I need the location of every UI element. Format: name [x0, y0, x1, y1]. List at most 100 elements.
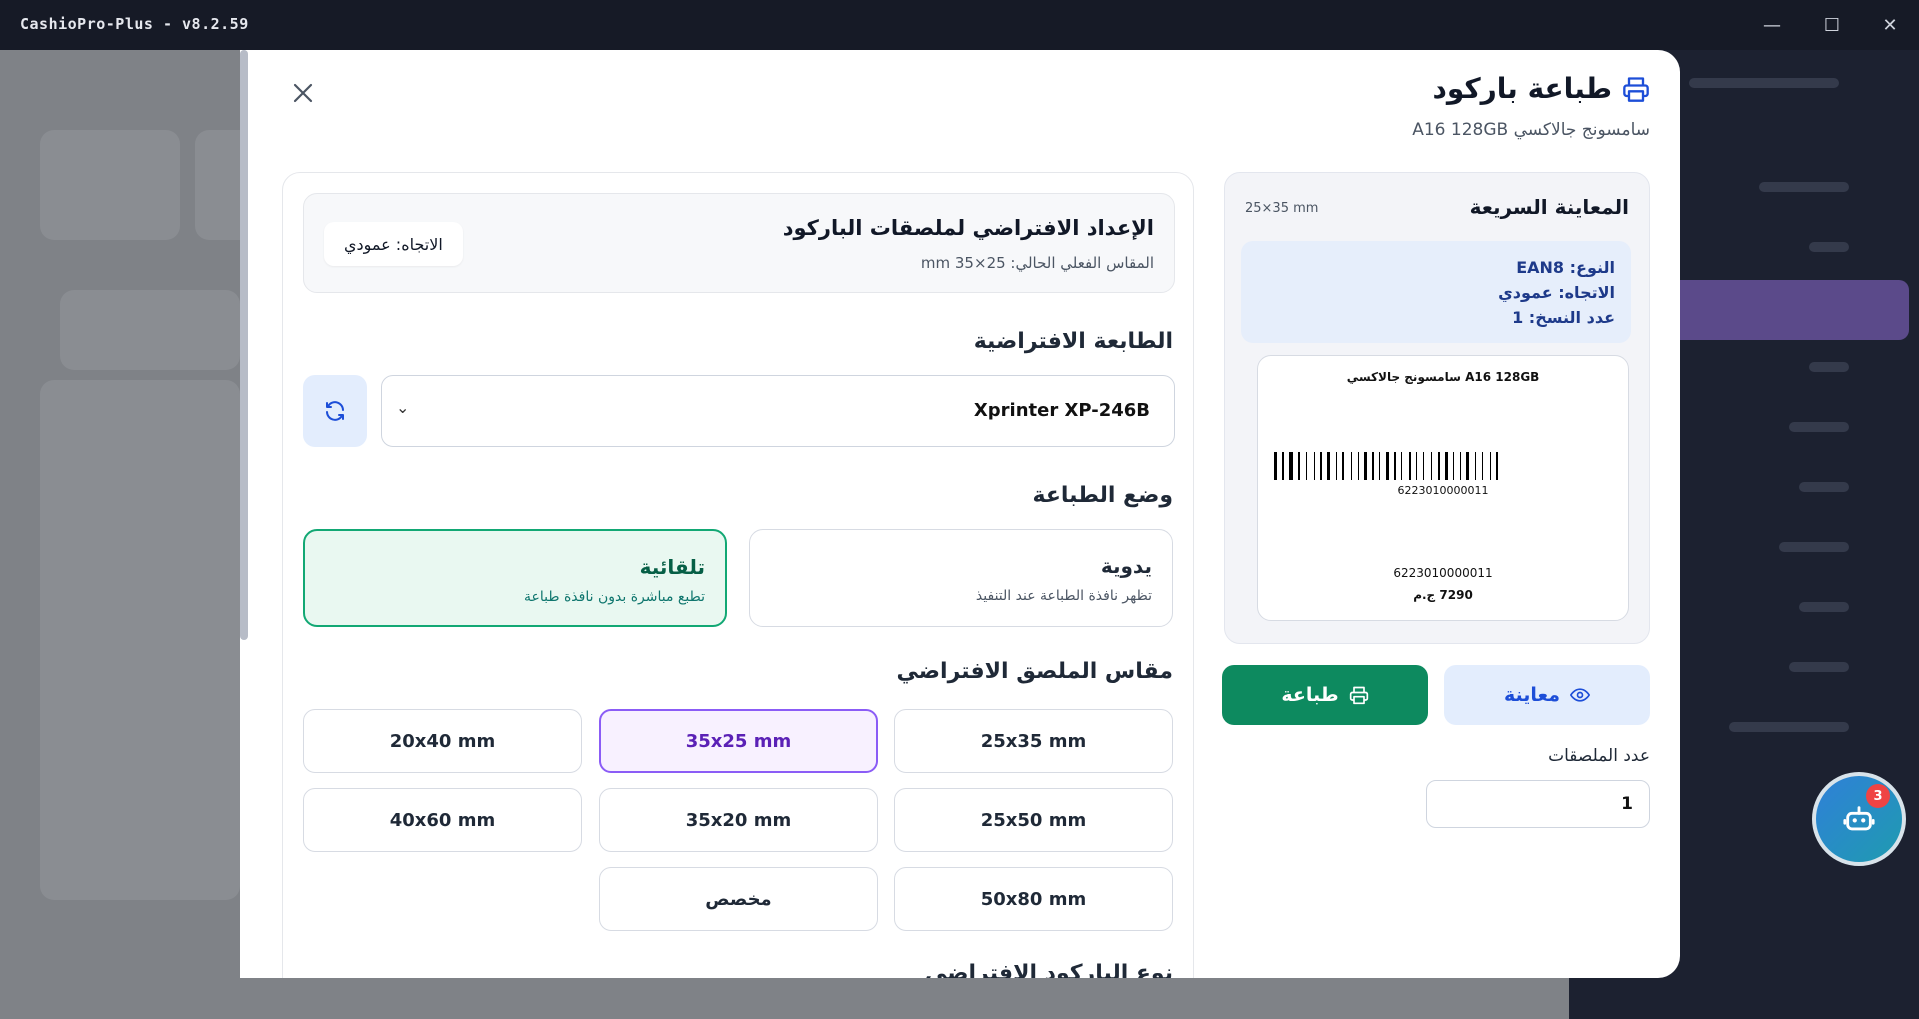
barcode-bar	[1302, 452, 1304, 480]
barcode-bar	[1471, 452, 1473, 480]
barcode-bar	[1336, 452, 1337, 480]
barcode-bar	[1298, 452, 1300, 480]
label-price: 7290 ج.م	[1413, 588, 1473, 602]
barcode-bar	[1490, 452, 1491, 480]
barcode-bar	[1466, 452, 1469, 480]
barcode-label-preview: سامسونج جالاكسي A16 128GB 6223010000011 …	[1257, 355, 1629, 621]
chevron-down-icon: ⌄	[396, 398, 410, 417]
preview-size: 25×35 mm	[1245, 201, 1319, 216]
barcode-bar	[1332, 452, 1334, 480]
barcode-bar	[1391, 452, 1392, 480]
close-modal-button[interactable]	[288, 78, 318, 108]
barcode-bar	[1485, 452, 1488, 480]
barcode-bar	[1295, 452, 1296, 480]
barcode-bar	[1317, 452, 1318, 480]
preview-copies: عدد النسخ: 1	[1512, 308, 1615, 327]
bg-sidebar-line	[1759, 182, 1849, 192]
barcode-bar	[1456, 452, 1458, 480]
preview-orientation: الاتجاه: عمودي	[1498, 283, 1615, 302]
barcode-bar	[1496, 452, 1498, 480]
barcode-bar	[1409, 452, 1411, 480]
assistant-button[interactable]	[1812, 772, 1906, 866]
barcode-bar	[1282, 452, 1284, 480]
barcode-bar	[1500, 452, 1503, 480]
barcode-text: 6223010000011	[1397, 484, 1489, 497]
barcode-bar	[1434, 452, 1436, 480]
minimize-button[interactable]: —	[1752, 9, 1792, 41]
bg-sidebar-line	[1799, 602, 1849, 612]
default-settings-title: الإعداد الافتراضي لملصقات الباركود	[782, 216, 1154, 240]
barcode-bar	[1438, 452, 1440, 480]
barcode-bar	[1372, 452, 1374, 480]
barcode-bar	[1339, 452, 1340, 480]
quick-preview-card: المعاينة السريعة 25×35 mm النوع: EAN8 ال…	[1224, 172, 1650, 644]
modal-scrollbar[interactable]	[240, 50, 248, 640]
app-title: CashioPro-Plus - v8.2.59	[20, 15, 249, 33]
size-option-25x50[interactable]: 25x50 mm	[894, 788, 1173, 852]
barcode-bar	[1354, 452, 1356, 480]
settings-panel: الإعداد الافتراضي لملصقات الباركود المقا…	[282, 172, 1194, 978]
barcode-bar	[1423, 452, 1424, 480]
label-count-input[interactable]: 1	[1426, 780, 1650, 828]
barcode-bar	[1401, 452, 1402, 480]
label-product-name: سامسونج جالاكسي A16 128GB	[1346, 370, 1540, 384]
printer-icon	[1623, 76, 1649, 102]
barcode-bar	[1309, 452, 1312, 480]
maximize-button[interactable]: ☐	[1812, 9, 1852, 41]
barcode-bar	[1394, 452, 1396, 480]
refresh-printers-button[interactable]	[303, 375, 367, 447]
print-button[interactable]: طباعة	[1222, 665, 1428, 725]
label-code: 6223010000011	[1393, 566, 1493, 580]
bg-sidebar-line	[1799, 482, 1849, 492]
window-titlebar: CashioPro-Plus - v8.2.59 — ☐ ✕	[0, 0, 1919, 50]
size-option-50x80[interactable]: 50x80 mm	[894, 867, 1173, 931]
bg-logo	[1689, 78, 1839, 88]
bg-panel	[60, 290, 240, 370]
barcode-bar	[1289, 452, 1293, 480]
barcode-bar	[1324, 452, 1325, 480]
size-option-custom[interactable]: مخصص	[599, 867, 878, 931]
barcode-bar	[1358, 452, 1359, 480]
barcode-bar	[1342, 452, 1344, 480]
bg-sidebar-line	[1789, 662, 1849, 672]
mode-manual-title: يدوية	[1100, 554, 1152, 578]
size-option-20x40[interactable]: 20x40 mm	[303, 709, 582, 773]
barcode-bar	[1364, 452, 1367, 480]
close-window-icon: ✕	[1882, 14, 1898, 36]
barcode-bar	[1274, 452, 1277, 480]
barcode-bar	[1460, 452, 1461, 480]
size-option-35x20[interactable]: 35x20 mm	[599, 788, 878, 852]
size-option-35x25[interactable]: 35x25 mm	[599, 709, 878, 773]
label-count-label: عدد الملصقات	[1548, 746, 1650, 766]
maximize-icon: ☐	[1823, 14, 1841, 36]
barcode-bar	[1493, 452, 1494, 480]
barcode-bar	[1475, 452, 1476, 480]
preview-button[interactable]: معاينة	[1444, 665, 1650, 725]
barcode-bar	[1320, 452, 1322, 480]
close-window-button[interactable]: ✕	[1870, 9, 1910, 41]
barcode-bar	[1306, 452, 1307, 480]
close-icon	[293, 83, 313, 103]
bg-sidebar-line	[1779, 542, 1849, 552]
modal-title: طباعة باركود	[1432, 72, 1612, 105]
mode-manual-card[interactable]: يدوية تظهر نافذة الطباعة عند التنفيذ	[749, 529, 1173, 627]
bg-panel	[40, 380, 240, 900]
printer-icon	[1349, 686, 1368, 705]
current-size-text: المقاس الفعلي الحالي: 25×35 mm	[920, 254, 1154, 272]
bg-sidebar-line	[1729, 722, 1849, 732]
barcode-bar	[1453, 452, 1454, 480]
preview-type: النوع: EAN8	[1516, 258, 1615, 277]
size-option-40x60[interactable]: 40x60 mm	[303, 788, 582, 852]
barcode-bar	[1463, 452, 1464, 480]
bg-stat-card	[40, 130, 180, 240]
orientation-badge: الاتجاه: عمودي	[324, 222, 463, 266]
barcode-bar	[1442, 452, 1443, 480]
barcode-bar	[1382, 452, 1384, 480]
barcode-bar	[1286, 452, 1287, 480]
barcode-bar	[1419, 452, 1421, 480]
size-option-25x35[interactable]: 25x35 mm	[894, 709, 1173, 773]
barcode-bar	[1398, 452, 1399, 480]
barcode-bar	[1369, 452, 1370, 480]
printer-select[interactable]: Xprinter XP-246B ⌄	[381, 375, 1175, 447]
mode-auto-card[interactable]: تلقائية تطبع مباشرة بدون نافذة طباعة	[303, 529, 727, 627]
